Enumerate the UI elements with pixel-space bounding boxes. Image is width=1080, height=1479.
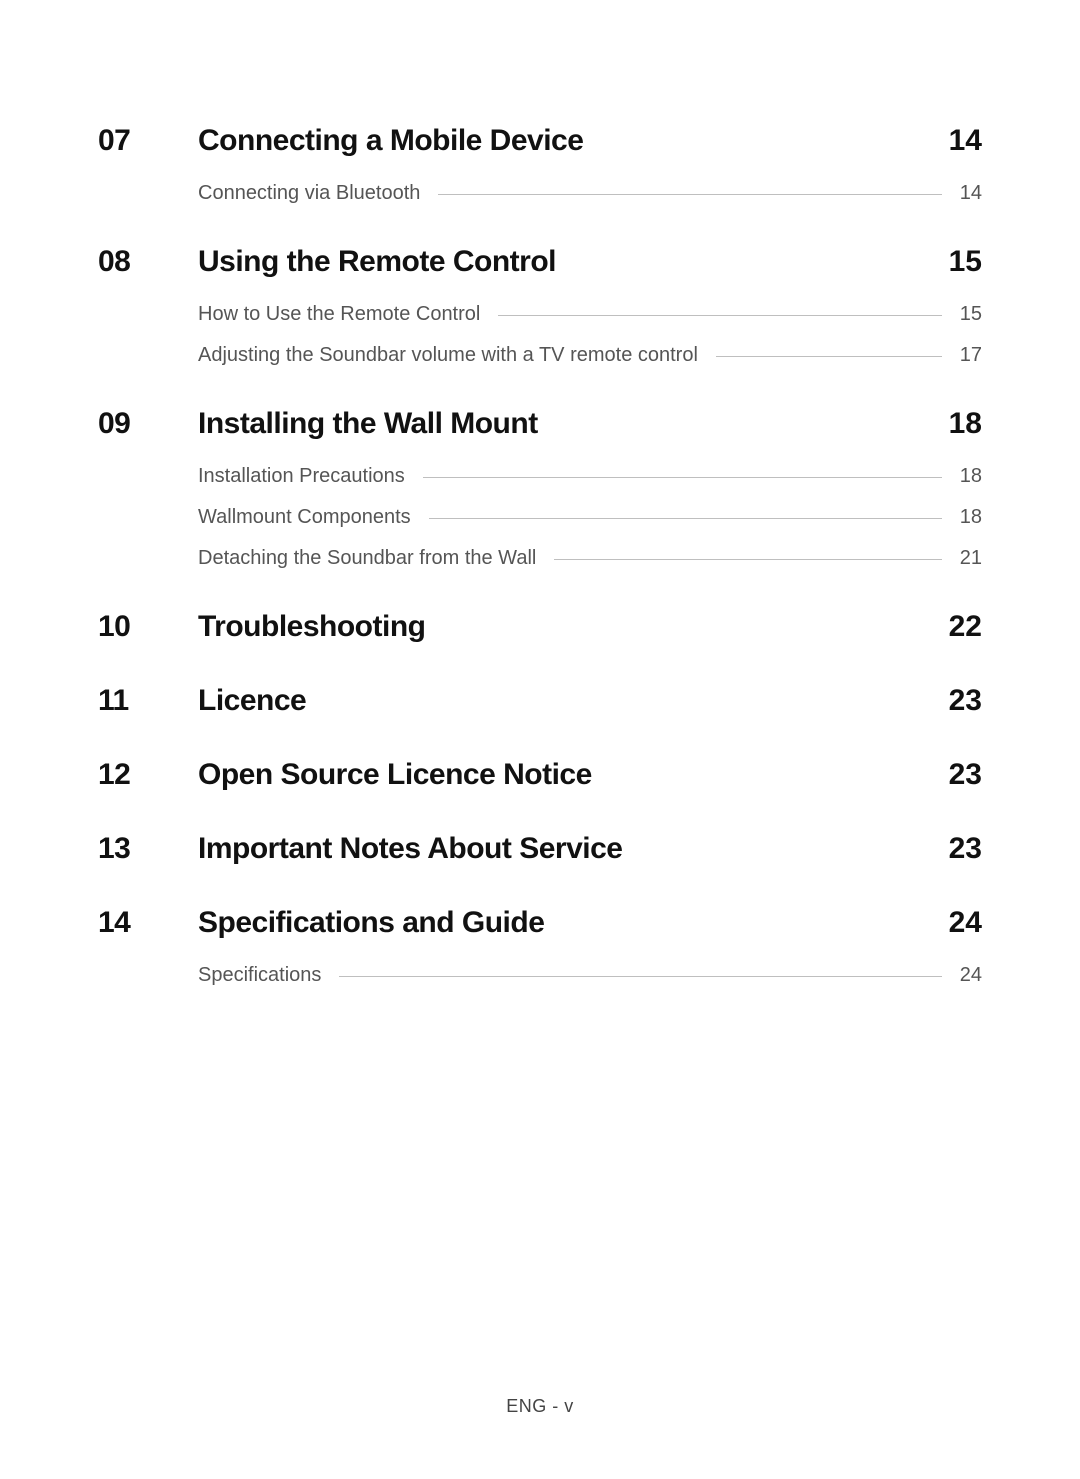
section-title: Important Notes About Service: [198, 832, 622, 866]
section-page: 23: [949, 832, 982, 866]
section-page: 22: [949, 610, 982, 644]
section-page: 14: [949, 124, 982, 158]
section-body: Troubleshooting 22: [198, 610, 982, 644]
toc-section: 09Installing the Wall Mount18Installatio…: [98, 407, 982, 570]
toc-section: 12Open Source Licence Notice 23: [98, 758, 982, 792]
section-number: 13: [98, 832, 198, 866]
section-body: Connecting a Mobile Device14Connecting v…: [198, 124, 982, 205]
leader-line: [554, 559, 941, 560]
toc-section: 11Licence 23: [98, 684, 982, 718]
page-footer: ENG - v: [0, 1396, 1080, 1417]
section-title-row[interactable]: Troubleshooting 22: [198, 610, 982, 644]
section-page: 23: [949, 684, 982, 718]
subsection-title: Connecting via Bluetooth: [198, 182, 432, 205]
section-title: Open Source Licence Notice: [198, 758, 592, 792]
toc-section: 13Important Notes About Service 23: [98, 832, 982, 866]
subsection-title: Wallmount Components: [198, 506, 423, 529]
section-title: Installing the Wall Mount: [198, 407, 538, 441]
leader-line: [339, 976, 941, 977]
toc-section: 10Troubleshooting 22: [98, 610, 982, 644]
subsection-page: 14: [948, 182, 982, 205]
toc-section: 14Specifications and Guide24Specificatio…: [98, 906, 982, 987]
section-number: 09: [98, 407, 198, 441]
section-title: Troubleshooting: [198, 610, 425, 644]
leader-line: [423, 477, 942, 478]
subsection-row[interactable]: Wallmount Components 18: [198, 506, 982, 529]
subsection-row[interactable]: Detaching the Soundbar from the Wall 21: [198, 547, 982, 570]
section-page: 15: [949, 245, 982, 279]
section-title: Connecting a Mobile Device: [198, 124, 583, 158]
section-title-row[interactable]: Connecting a Mobile Device 14: [198, 124, 982, 158]
subsection-page: 17: [948, 344, 982, 367]
section-title-row[interactable]: Specifications and Guide 24: [198, 906, 982, 940]
section-title-row[interactable]: Installing the Wall Mount 18: [198, 407, 982, 441]
section-number: 12: [98, 758, 198, 792]
subsection-title: Installation Precautions: [198, 465, 417, 488]
subsection-row[interactable]: How to Use the Remote Control 15: [198, 303, 982, 326]
section-body: Specifications and Guide24Specifications…: [198, 906, 982, 987]
section-body: Using the Remote Control15How to Use the…: [198, 245, 982, 367]
subsection-page: 18: [948, 465, 982, 488]
subsection-list: Installation Precautions18Wallmount Comp…: [198, 465, 982, 570]
section-title: Specifications and Guide: [198, 906, 544, 940]
section-number: 14: [98, 906, 198, 940]
section-body: Important Notes About Service 23: [198, 832, 982, 866]
subsection-page: 24: [948, 964, 982, 987]
section-number: 07: [98, 124, 198, 158]
section-number: 11: [98, 684, 198, 718]
subsection-title: Adjusting the Soundbar volume with a TV …: [198, 344, 710, 367]
section-title: Using the Remote Control: [198, 245, 556, 279]
subsection-list: Connecting via Bluetooth 14: [198, 182, 982, 205]
section-title-row[interactable]: Important Notes About Service 23: [198, 832, 982, 866]
section-page: 23: [949, 758, 982, 792]
subsection-page: 18: [948, 506, 982, 529]
section-body: Licence 23: [198, 684, 982, 718]
subsection-page: 15: [948, 303, 982, 326]
leader-line: [716, 356, 942, 357]
leader-line: [438, 194, 941, 195]
subsection-title: Detaching the Soundbar from the Wall: [198, 547, 548, 570]
subsection-list: Specifications 24: [198, 964, 982, 987]
subsection-page: 21: [948, 547, 982, 570]
section-page: 24: [949, 906, 982, 940]
section-title-row[interactable]: Using the Remote Control 15: [198, 245, 982, 279]
section-number: 08: [98, 245, 198, 279]
leader-line: [429, 518, 942, 519]
section-body: Installing the Wall Mount18Installation …: [198, 407, 982, 570]
subsection-title: How to Use the Remote Control: [198, 303, 492, 326]
toc-section: 08Using the Remote Control15How to Use t…: [98, 245, 982, 367]
subsection-row[interactable]: Adjusting the Soundbar volume with a TV …: [198, 344, 982, 367]
subsection-row[interactable]: Specifications 24: [198, 964, 982, 987]
section-title: Licence: [198, 684, 306, 718]
leader-line: [498, 315, 941, 316]
toc-section: 07Connecting a Mobile Device14Connecting…: [98, 124, 982, 205]
section-page: 18: [949, 407, 982, 441]
subsection-list: How to Use the Remote Control 15 Adjusting…: [198, 303, 982, 367]
section-number: 10: [98, 610, 198, 644]
section-body: Open Source Licence Notice 23: [198, 758, 982, 792]
subsection-row[interactable]: Installation Precautions 18: [198, 465, 982, 488]
subsection-row[interactable]: Connecting via Bluetooth 14: [198, 182, 982, 205]
toc-page: 07Connecting a Mobile Device14Connecting…: [0, 0, 1080, 1479]
subsection-title: Specifications: [198, 964, 333, 987]
toc-list: 07Connecting a Mobile Device14Connecting…: [98, 124, 982, 987]
section-title-row[interactable]: Licence 23: [198, 684, 982, 718]
section-title-row[interactable]: Open Source Licence Notice 23: [198, 758, 982, 792]
